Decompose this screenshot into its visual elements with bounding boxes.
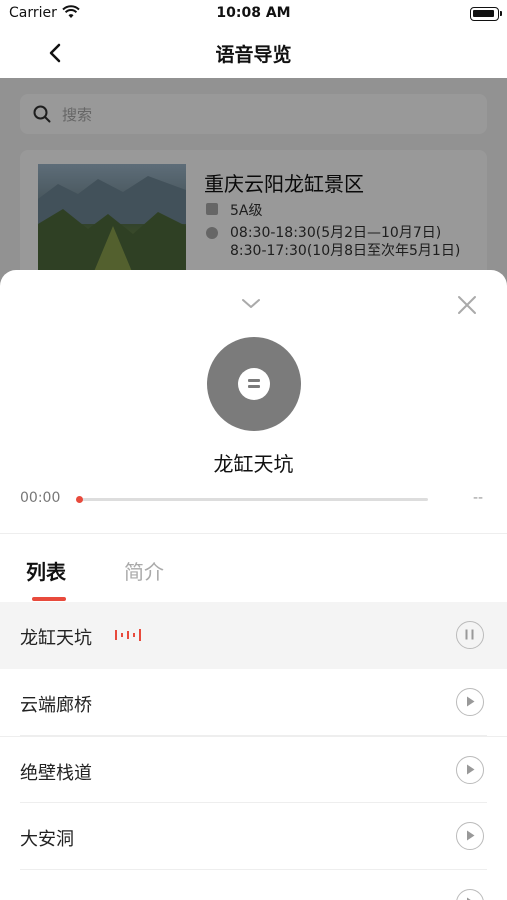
track-row[interactable]: 绝壁栈道	[0, 736, 507, 803]
track-label: 龙缸天坑	[20, 628, 92, 649]
total-time: --	[473, 490, 484, 506]
track-cover	[207, 337, 301, 431]
current-time: 00:00	[20, 490, 61, 506]
track-row[interactable]	[0, 870, 507, 900]
track-row[interactable]: 大安洞	[0, 803, 507, 870]
tab-indicator	[32, 597, 66, 601]
close-button[interactable]	[454, 292, 480, 318]
progress-slider[interactable]	[76, 496, 428, 503]
nav-bar: 语音导览	[0, 28, 507, 78]
play-icon	[467, 764, 475, 775]
page-title: 语音导览	[215, 44, 292, 66]
progress-knob[interactable]	[76, 496, 83, 503]
track-label: 绝壁栈道	[20, 763, 92, 784]
pause-button[interactable]	[456, 621, 484, 649]
audio-player-sheet: 龙缸天坑 00:00 -- 列表 简介 龙缸天坑 云端廊桥 绝壁栈道 大安洞	[0, 270, 507, 900]
track-list: 龙缸天坑 云端廊桥 绝壁栈道 大安洞	[0, 602, 507, 900]
play-button[interactable]	[456, 822, 484, 850]
status-bar: Carrier 10:08 AM	[0, 0, 507, 28]
play-button[interactable]	[456, 756, 484, 784]
track-row[interactable]: 龙缸天坑	[0, 602, 507, 669]
play-icon	[467, 897, 471, 900]
playing-wave-icon	[115, 629, 141, 641]
divider	[0, 533, 507, 534]
play-icon	[467, 696, 475, 707]
track-label: 大安洞	[20, 829, 74, 850]
pause-icon	[465, 629, 474, 640]
play-button[interactable]	[456, 688, 484, 716]
play-icon	[467, 830, 475, 841]
audio-guide-icon	[238, 368, 270, 400]
now-playing-title: 龙缸天坑	[213, 452, 294, 476]
tab-intro[interactable]: 简介	[124, 556, 164, 585]
track-label: 云端廊桥	[20, 695, 92, 716]
clock: 10:08 AM	[216, 5, 291, 21]
tab-list[interactable]: 列表	[26, 556, 66, 585]
play-button[interactable]	[456, 889, 484, 900]
battery-icon	[470, 7, 502, 21]
collapse-button[interactable]	[236, 292, 266, 316]
track-row[interactable]: 云端廊桥	[0, 669, 507, 736]
